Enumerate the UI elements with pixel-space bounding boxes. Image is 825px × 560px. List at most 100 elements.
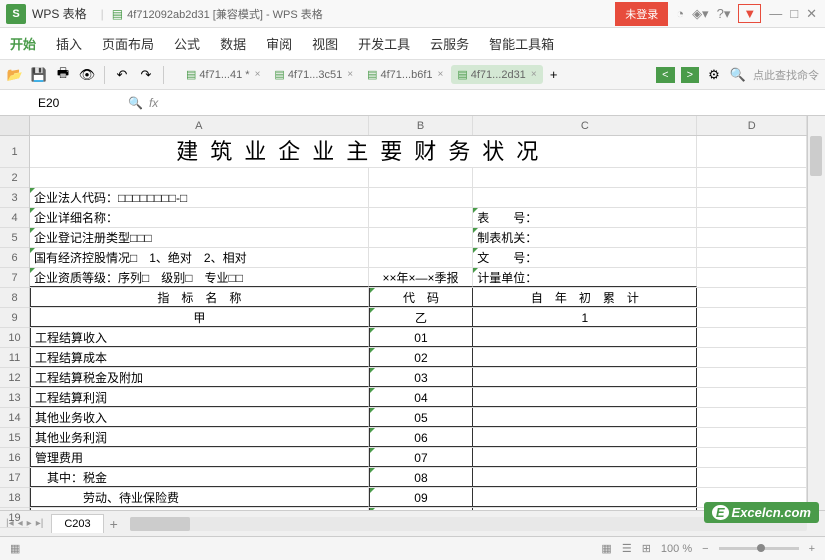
- cell[interactable]: 06: [369, 428, 474, 447]
- cell[interactable]: [697, 228, 807, 247]
- menu-toolbox[interactable]: 智能工具箱: [489, 34, 554, 53]
- vertical-scrollbar[interactable]: [807, 116, 825, 510]
- cell[interactable]: [473, 388, 697, 407]
- maximize-button[interactable]: □: [790, 6, 798, 21]
- cell[interactable]: [697, 428, 807, 447]
- cell[interactable]: [473, 328, 697, 347]
- cell[interactable]: [369, 208, 474, 227]
- scrollbar-thumb[interactable]: [130, 517, 190, 531]
- cell[interactable]: 工程结算税金及附加: [30, 368, 369, 387]
- zoom-slider[interactable]: [719, 547, 799, 550]
- menu-view[interactable]: 视图: [312, 34, 338, 53]
- scrollbar-thumb[interactable]: [810, 136, 822, 176]
- row-header[interactable]: 3: [0, 188, 29, 208]
- cell[interactable]: 07: [369, 448, 474, 467]
- view-layout-icon[interactable]: ⊞: [642, 542, 651, 555]
- cell[interactable]: 企业详细名称：: [30, 208, 369, 227]
- search-icon[interactable]: 🔍: [729, 66, 747, 84]
- print-icon[interactable]: 🖶: [54, 66, 72, 84]
- row-header[interactable]: 8: [0, 288, 29, 308]
- cell[interactable]: 工程结算成本: [30, 348, 369, 367]
- add-sheet-button[interactable]: +: [110, 516, 118, 532]
- cell[interactable]: [473, 348, 697, 367]
- row-header[interactable]: 12: [0, 368, 29, 388]
- cell[interactable]: [697, 328, 807, 347]
- cell[interactable]: [697, 308, 807, 327]
- cell[interactable]: [697, 468, 807, 487]
- menu-cloud[interactable]: 云服务: [430, 34, 469, 53]
- menu-data[interactable]: 数据: [220, 34, 246, 53]
- preview-icon[interactable]: 👁: [78, 66, 96, 84]
- undo-icon[interactable]: ↶: [113, 66, 131, 84]
- row-header[interactable]: 5: [0, 228, 29, 248]
- cell[interactable]: 工程结算收入: [30, 328, 369, 347]
- cell[interactable]: 1: [473, 308, 697, 327]
- cell[interactable]: [697, 368, 807, 387]
- cell[interactable]: 自 年 初 累 计: [473, 288, 697, 307]
- cell[interactable]: [473, 428, 697, 447]
- menu-review[interactable]: 审阅: [266, 34, 292, 53]
- row-header[interactable]: 2: [0, 168, 29, 188]
- doc-tab-3[interactable]: ▤4f71...b6f1×: [361, 65, 449, 84]
- cell[interactable]: 企业资质等级：序列□ 级别□ 专业□□: [30, 268, 369, 287]
- row-header[interactable]: 11: [0, 348, 29, 368]
- row-header[interactable]: 15: [0, 428, 29, 448]
- cell[interactable]: [369, 228, 474, 247]
- select-all-corner[interactable]: [0, 116, 29, 136]
- cell[interactable]: 工程结算利润: [30, 388, 369, 407]
- cell[interactable]: [697, 268, 807, 287]
- skin-icon[interactable]: ◈▾: [692, 6, 709, 22]
- cell[interactable]: [697, 208, 807, 227]
- cell[interactable]: [473, 408, 697, 427]
- close-button[interactable]: ✕: [806, 6, 817, 22]
- tab-close-icon[interactable]: ×: [531, 69, 537, 80]
- doc-tab-1[interactable]: ▤4f71...41 *×: [180, 65, 266, 84]
- title-cell[interactable]: 建筑业企业主要财务状况: [30, 136, 697, 167]
- row-header[interactable]: 17: [0, 468, 29, 488]
- col-header[interactable]: D: [697, 116, 807, 135]
- col-header[interactable]: A: [30, 116, 369, 135]
- login-button[interactable]: 未登录: [615, 2, 668, 26]
- menu-formula[interactable]: 公式: [174, 34, 200, 53]
- cell[interactable]: [473, 448, 697, 467]
- cell[interactable]: 财务费用: [30, 508, 369, 510]
- doc-tab-4[interactable]: ▤4f71...2d31×: [451, 65, 542, 84]
- cell[interactable]: [697, 388, 807, 407]
- cell[interactable]: 计量单位：: [473, 268, 697, 287]
- row-header[interactable]: 14: [0, 408, 29, 428]
- view-page-icon[interactable]: ☰: [622, 542, 632, 555]
- cell[interactable]: [697, 188, 807, 207]
- cell[interactable]: [697, 448, 807, 467]
- minimize-button[interactable]: —: [769, 6, 782, 21]
- row-header[interactable]: 4: [0, 208, 29, 228]
- cell[interactable]: [473, 188, 697, 207]
- cell[interactable]: [697, 408, 807, 427]
- doc-tab-2[interactable]: ▤4f71...3c51×: [268, 65, 359, 84]
- row-header[interactable]: 9: [0, 308, 29, 328]
- fx-label[interactable]: fx: [149, 96, 158, 110]
- tab-close-icon[interactable]: ×: [347, 69, 353, 80]
- cell[interactable]: [30, 168, 369, 187]
- cell[interactable]: 02: [369, 348, 474, 367]
- menu-devtools[interactable]: 开发工具: [358, 34, 410, 53]
- cell[interactable]: ××年×—×季报: [369, 268, 474, 287]
- row-header[interactable]: 10: [0, 328, 29, 348]
- sheet-tab-active[interactable]: C203: [51, 514, 103, 533]
- cell-reference-input[interactable]: [30, 94, 120, 112]
- cell[interactable]: 企业登记注册类型□□□: [30, 228, 369, 247]
- grid-area[interactable]: A B C D 建筑业企业主要财务状况 企业法人代码：□□□□□□□□-□ 企业…: [30, 116, 807, 510]
- cell[interactable]: 企业法人代码：□□□□□□□□-□: [30, 188, 369, 207]
- save-icon[interactable]: 💾: [30, 66, 48, 84]
- col-header[interactable]: C: [473, 116, 697, 135]
- cell[interactable]: 乙: [369, 308, 474, 327]
- cell[interactable]: [473, 508, 697, 510]
- search-fx-icon[interactable]: 🔍: [128, 96, 143, 110]
- row-header[interactable]: 13: [0, 388, 29, 408]
- menu-start[interactable]: 开始: [10, 34, 36, 53]
- cell[interactable]: 其他业务利润: [30, 428, 369, 447]
- cell[interactable]: 10: [369, 508, 474, 510]
- cell[interactable]: [697, 168, 807, 187]
- sync-icon[interactable]: ◔: [676, 6, 684, 21]
- menu-insert[interactable]: 插入: [56, 34, 82, 53]
- cell[interactable]: 文 号：: [473, 248, 697, 267]
